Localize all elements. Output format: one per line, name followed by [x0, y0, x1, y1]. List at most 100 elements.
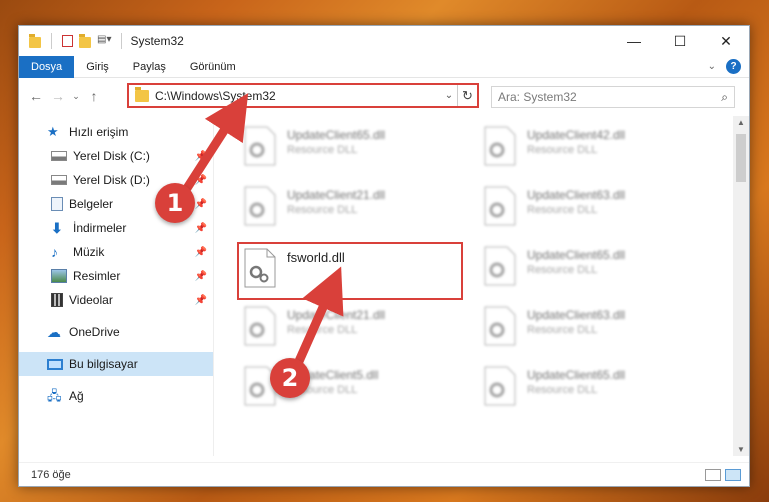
sidebar-item-label: Müzik: [73, 245, 105, 259]
pin-icon[interactable]: 📌: [195, 295, 207, 306]
tab-file[interactable]: Dosya: [19, 55, 75, 78]
sidebar-item-videos[interactable]: Videolar 📌: [19, 288, 213, 312]
dll-file-icon: [483, 366, 517, 406]
pin-icon[interactable]: 📌: [195, 247, 207, 258]
sidebar-item-label: Resimler: [73, 269, 121, 283]
search-input[interactable]: Ara: System32 ⌕: [491, 86, 735, 108]
sidebar-item-network[interactable]: 🖧 Ağ: [19, 384, 213, 408]
maximize-button[interactable]: ☐: [657, 26, 703, 56]
window-title: System32: [130, 34, 184, 48]
dll-file-icon: [243, 186, 277, 226]
file-name: UpdateClient63.dll: [527, 308, 626, 322]
pin-icon[interactable]: 📌: [195, 175, 207, 186]
large-icons-view-icon[interactable]: [725, 469, 741, 481]
pictures-icon: [51, 269, 67, 283]
navigation-pane: ★ Hızlı erişim Yerel Disk (C:) 📌 Yerel D…: [19, 116, 213, 456]
recent-locations-icon[interactable]: ⌄: [69, 91, 83, 102]
dll-file-icon: [483, 126, 517, 166]
file-item[interactable]: UpdateClient65.dll Resource DLL: [479, 242, 699, 292]
tab-view[interactable]: Görünüm: [178, 56, 248, 78]
sidebar-item-disk-c[interactable]: Yerel Disk (C:) 📌: [19, 144, 213, 168]
pin-icon[interactable]: 📌: [195, 223, 207, 234]
file-name: UpdateClient42.dll: [527, 128, 626, 142]
file-item[interactable]: UpdateClient42.dll Resource DLL: [479, 122, 699, 172]
step-2-badge: 2: [270, 358, 310, 398]
videos-icon: [51, 293, 63, 307]
ribbon-right: ⌄ ?: [708, 59, 741, 74]
minimize-button[interactable]: —: [611, 26, 657, 56]
file-item[interactable]: UpdateClient63.dll Resource DLL: [479, 182, 699, 232]
file-type: Resource DLL: [527, 324, 598, 336]
network-icon: 🖧: [47, 388, 62, 403]
pin-icon[interactable]: 📌: [195, 271, 207, 282]
dll-file-icon: [483, 246, 517, 286]
sidebar-item-label: Ağ: [69, 389, 84, 403]
file-name: UpdateClient21.dll: [287, 308, 386, 322]
folder-icon: [29, 34, 41, 48]
sidebar-item-this-pc[interactable]: Bu bilgisayar: [19, 352, 213, 376]
scroll-up-icon[interactable]: ▲: [737, 118, 745, 127]
file-item[interactable]: UpdateClient63.dll Resource DLL: [479, 302, 699, 352]
status-bar: 176 öğe: [19, 462, 749, 486]
forward-button[interactable]: →: [47, 88, 69, 104]
file-item[interactable]: UpdateClient65.dll Resource DLL: [479, 362, 699, 412]
sidebar-item-pictures[interactable]: Resimler 📌: [19, 264, 213, 288]
scroll-thumb[interactable]: [736, 134, 746, 182]
divider: [121, 33, 123, 49]
ribbon-tabs: Dosya Giriş Paylaş Görünüm ⌄ ?: [19, 55, 749, 78]
refresh-button[interactable]: ↻: [457, 85, 477, 106]
help-icon[interactable]: ?: [726, 59, 741, 74]
sidebar-item-label: İndirmeler: [73, 221, 127, 235]
file-type: Resource DLL: [287, 204, 358, 216]
sidebar-item-music[interactable]: ♪ Müzik 📌: [19, 240, 213, 264]
file-name: fsworld.dll: [287, 250, 345, 265]
sidebar-item-onedrive[interactable]: ☁ OneDrive: [19, 320, 213, 344]
file-name: UpdateClient63.dll: [527, 188, 626, 202]
properties-icon[interactable]: [62, 35, 73, 47]
dll-file-icon: [243, 248, 277, 288]
tab-home[interactable]: Giriş: [74, 56, 121, 78]
file-item[interactable]: UpdateClient21.dll Resource DLL: [239, 302, 459, 352]
sidebar-item-label: Videolar: [69, 293, 113, 307]
sidebar-item-label: Yerel Disk (C:): [73, 149, 150, 163]
drive-icon: [51, 175, 67, 185]
close-button[interactable]: ✕: [703, 26, 749, 56]
quick-access-toolbar: ▤▾: [19, 33, 126, 49]
pin-icon[interactable]: 📌: [195, 151, 207, 162]
chevron-down-icon[interactable]: ⌄: [441, 90, 457, 101]
customize-qa-icon[interactable]: ▤▾: [97, 34, 111, 48]
sidebar-item-quick-access[interactable]: ★ Hızlı erişim: [19, 120, 213, 144]
search-icon[interactable]: ⌕: [721, 90, 728, 105]
file-item[interactable]: UpdateClient21.dll Resource DLL: [239, 182, 459, 232]
star-icon: ★: [47, 124, 59, 139]
file-type: Resource DLL: [527, 384, 598, 396]
dll-file-icon: [243, 306, 277, 346]
step-1-badge: 1: [155, 183, 195, 223]
pin-icon[interactable]: 📌: [195, 199, 207, 210]
file-type: Resource DLL: [287, 324, 358, 336]
scroll-down-icon[interactable]: ▼: [737, 445, 745, 454]
tab-share[interactable]: Paylaş: [121, 56, 178, 78]
address-bar[interactable]: C:\Windows\System32 ⌄ ↻: [127, 83, 479, 108]
window-controls: — ☐ ✕: [611, 26, 749, 56]
details-view-icon[interactable]: [705, 469, 721, 481]
new-folder-icon[interactable]: [79, 34, 91, 48]
expand-ribbon-icon[interactable]: ⌄: [708, 61, 716, 72]
file-item[interactable]: UpdateClient65.dll Resource DLL: [239, 122, 459, 172]
drive-icon: [51, 151, 67, 161]
folder-icon: [135, 86, 149, 102]
sidebar-item-label: Bu bilgisayar: [69, 357, 138, 371]
computer-icon: [47, 358, 63, 370]
downloads-icon: ⬇: [51, 220, 63, 236]
back-button[interactable]: ←: [25, 88, 47, 104]
up-button[interactable]: ↑: [83, 88, 105, 104]
highlighted-file-item[interactable]: fsworld.dll: [237, 242, 463, 300]
file-name: UpdateClient65.dll: [287, 128, 386, 142]
documents-icon: [51, 197, 63, 211]
view-switcher: [705, 469, 741, 481]
item-count: 176 öğe: [31, 468, 71, 481]
file-name: UpdateClient65.dll: [527, 368, 626, 382]
file-type: Resource DLL: [287, 144, 358, 156]
address-path[interactable]: C:\Windows\System32: [155, 89, 441, 103]
vertical-scrollbar[interactable]: ▲ ▼: [733, 116, 749, 456]
